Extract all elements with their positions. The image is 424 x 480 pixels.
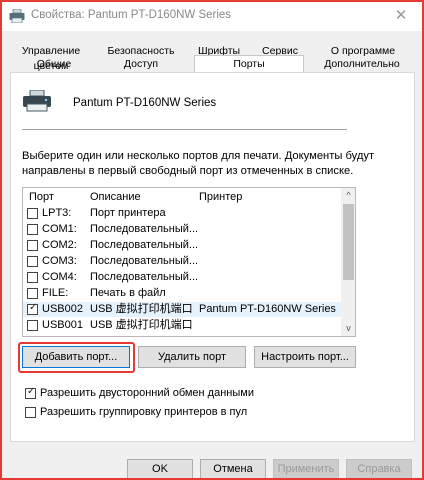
pooling-checkbox[interactable]	[25, 407, 36, 418]
list-item[interactable]: COM1: Последовательный...	[23, 222, 341, 237]
checkmark-icon: ✓	[29, 302, 38, 313]
apply-button[interactable]: Применить	[273, 459, 339, 480]
window-title: Свойства: Pantum PT-D160NW Series	[31, 9, 232, 21]
bidirectional-label: Разрешить двусторонний обмен данными	[40, 387, 254, 399]
list-item[interactable]: USB001 USB 虚拟打印机端口	[23, 318, 341, 333]
ports-description: Выберите один или несколько портов для п…	[22, 150, 375, 177]
port-name: COM4:	[42, 271, 77, 283]
help-button[interactable]: Справка	[346, 459, 412, 480]
port-checkbox[interactable]	[27, 224, 38, 235]
list-item[interactable]: COM3: Последовательный...	[23, 254, 341, 269]
port-checkbox[interactable]: ✓	[27, 302, 38, 315]
list-item[interactable]: COM2: Последовательный...	[23, 238, 341, 253]
port-name: COM3:	[42, 255, 77, 267]
port-description: Последовательный...	[90, 271, 199, 283]
delete-port-button[interactable]: Удалить порт	[138, 346, 246, 368]
list-item[interactable]: ✓ USB002 USB 虚拟打印机端口 Pantum PT-D160NW Serie…	[23, 302, 341, 317]
port-checkbox[interactable]	[27, 208, 38, 219]
scroll-down-icon[interactable]: v	[341, 321, 355, 336]
port-description: Порт принтера	[90, 207, 166, 219]
list-header: Порт Описание Принтер	[23, 188, 341, 206]
port-printer: Pantum PT-D160NW Series	[199, 303, 336, 315]
tab-general[interactable]: Общие	[15, 57, 93, 72]
column-header-port[interactable]: Порт	[29, 191, 54, 203]
ok-button[interactable]: OK	[127, 459, 193, 480]
port-description: USB 虚拟打印机端口	[90, 319, 193, 331]
port-checkbox[interactable]	[27, 240, 38, 251]
vertical-scrollbar[interactable]: ^ v	[341, 188, 355, 336]
port-checkbox[interactable]	[27, 272, 38, 283]
separator	[22, 129, 347, 130]
printer-icon	[23, 90, 51, 112]
close-button[interactable]: ✕	[387, 5, 415, 27]
configure-port-button[interactable]: Настроить порт...	[254, 346, 356, 368]
list-item[interactable]: COM4: Последовательный...	[23, 270, 341, 285]
tab-advanced[interactable]: Дополнительно	[307, 57, 417, 72]
port-checkbox[interactable]	[27, 320, 38, 331]
column-header-printer[interactable]: Принтер	[199, 191, 242, 203]
column-header-description[interactable]: Описание	[90, 191, 141, 203]
printer-name: Pantum PT-D160NW Series	[73, 97, 217, 109]
pooling-label: Разрешить группировку принтеров в пул	[40, 406, 248, 418]
ports-list[interactable]: Порт Описание Принтер LPT3: Порт принтера…	[22, 187, 356, 337]
port-description: Последовательный...	[90, 223, 199, 235]
port-name: USB001	[42, 319, 83, 331]
scroll-up-icon[interactable]: ^	[341, 188, 355, 203]
bidirectional-checkbox[interactable]: ✓	[25, 386, 36, 399]
port-name: USB002	[42, 303, 83, 315]
tab-ports[interactable]: Порты	[194, 55, 304, 72]
add-port-button[interactable]: Добавить порт...	[22, 346, 130, 368]
port-name: COM2:	[42, 239, 77, 251]
port-description: Печать в файл	[90, 287, 166, 299]
title-bar: Свойства: Pantum PT-D160NW Series ✕	[1, 1, 423, 31]
scroll-thumb[interactable]	[343, 204, 354, 280]
tab-sharing[interactable]: Доступ	[101, 57, 181, 72]
port-name: FILE:	[42, 287, 69, 299]
port-description: USB 虚拟打印机端口	[90, 303, 193, 315]
port-name: LPT3:	[42, 207, 72, 219]
properties-dialog: Свойства: Pantum PT-D160NW Series ✕ Упра…	[0, 0, 424, 480]
cancel-button[interactable]: Отмена	[200, 459, 266, 480]
port-description: Последовательный...	[90, 239, 199, 251]
checkmark-icon: ✓	[27, 386, 36, 397]
port-checkbox[interactable]	[27, 256, 38, 267]
port-description: Последовательный...	[90, 255, 199, 267]
port-name: COM1:	[42, 223, 77, 235]
printer-icon	[9, 9, 25, 23]
port-checkbox[interactable]	[27, 288, 38, 299]
list-item[interactable]: LPT3: Порт принтера	[23, 206, 341, 221]
tabs-row-bottom: Общие Доступ Порты Дополнительно	[1, 55, 423, 72]
list-item[interactable]: FILE: Печать в файл	[23, 286, 341, 301]
